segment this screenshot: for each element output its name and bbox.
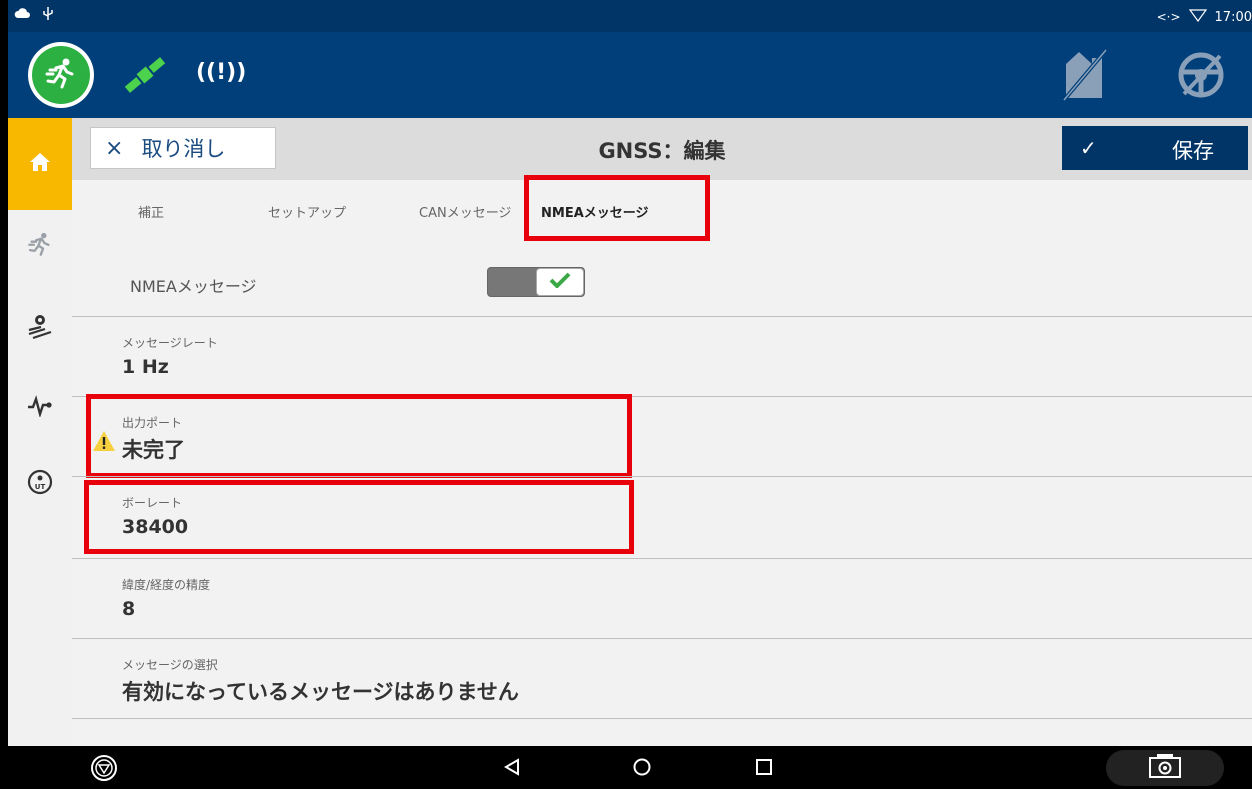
save-label: 保存 [1172,139,1214,163]
cloud-icon [14,6,30,26]
divider [72,476,1252,477]
back-icon[interactable] [504,758,520,780]
tab-can-messages[interactable]: CANメッセージ [419,202,511,221]
svg-text:UT: UT [35,483,46,491]
nav-diagnostics[interactable] [8,372,72,444]
nmea-toggle-label: NMEAメッセージ [130,277,257,296]
divider [72,718,1252,719]
field-value: 有効になっているメッセージはありません [122,680,519,704]
run-status-button[interactable] [28,42,94,108]
utility-icon: UT [27,469,53,499]
home-circle-icon[interactable] [633,758,651,780]
run-icon [27,231,53,261]
clock-time: 17:00 [1214,9,1252,25]
main-panel: × 取り消し GNSS：編集 ✓ 保存 補正 セットアップ CANメッセージ N… [72,118,1252,746]
nmea-toggle[interactable] [487,267,585,297]
nav-run[interactable] [8,210,72,282]
wifi-icon [1188,8,1207,26]
nav-utility[interactable]: UT [8,448,72,520]
cancel-label: 取り消し [141,137,226,161]
highlight-box-baud-rate [84,480,634,554]
check-icon: ✓ [1080,136,1097,160]
divider [72,638,1252,639]
divider [72,316,1252,317]
pulse-icon [27,395,53,421]
steering-disabled-icon[interactable] [1176,50,1226,104]
tab-setup[interactable]: セットアップ [268,202,346,221]
check-icon [549,272,571,292]
divider [72,558,1252,559]
usb-icon [42,6,54,26]
highlight-box-tab [524,175,710,241]
status-bar: <·> 17:00 [8,0,1252,32]
title-bar: × 取り消し GNSS：編集 ✓ 保存 [72,118,1252,180]
field-label: メッセージの選択 [122,658,218,672]
data-arrows-icon: <·> [1156,10,1181,24]
run-icon [44,56,78,94]
page-title: GNSS：編集 [598,139,726,163]
home-icon [29,152,51,176]
field-value: 1 Hz [122,356,169,378]
field-label: 緯度/経度の精度 [122,578,211,592]
field-label: メッセージレート [122,336,218,350]
close-icon: × [105,135,124,161]
nav-home[interactable] [8,118,72,210]
highlight-box-output-port [86,394,632,478]
left-nav: UT [8,118,72,746]
toggle-knob [536,268,584,296]
system-nav-bar [8,746,1252,789]
field-settings-icon [27,312,53,344]
nav-field-settings[interactable] [8,292,72,364]
camera-icon [1148,753,1182,783]
tab-correction[interactable]: 補正 [138,202,164,221]
save-button[interactable]: ✓ 保存 [1062,126,1248,170]
satellite-icon[interactable] [120,50,170,104]
app-header: ((!)) [8,32,1252,118]
recents-icon[interactable] [756,759,772,779]
screenshot-button[interactable] [1106,750,1224,786]
implement-status-icon[interactable] [1060,48,1110,106]
field-value: 8 [122,598,136,620]
emergency-stop-icon[interactable] [90,754,118,786]
cancel-button[interactable]: × 取り消し [90,127,276,169]
signal-indicator: ((!)) [196,60,247,85]
